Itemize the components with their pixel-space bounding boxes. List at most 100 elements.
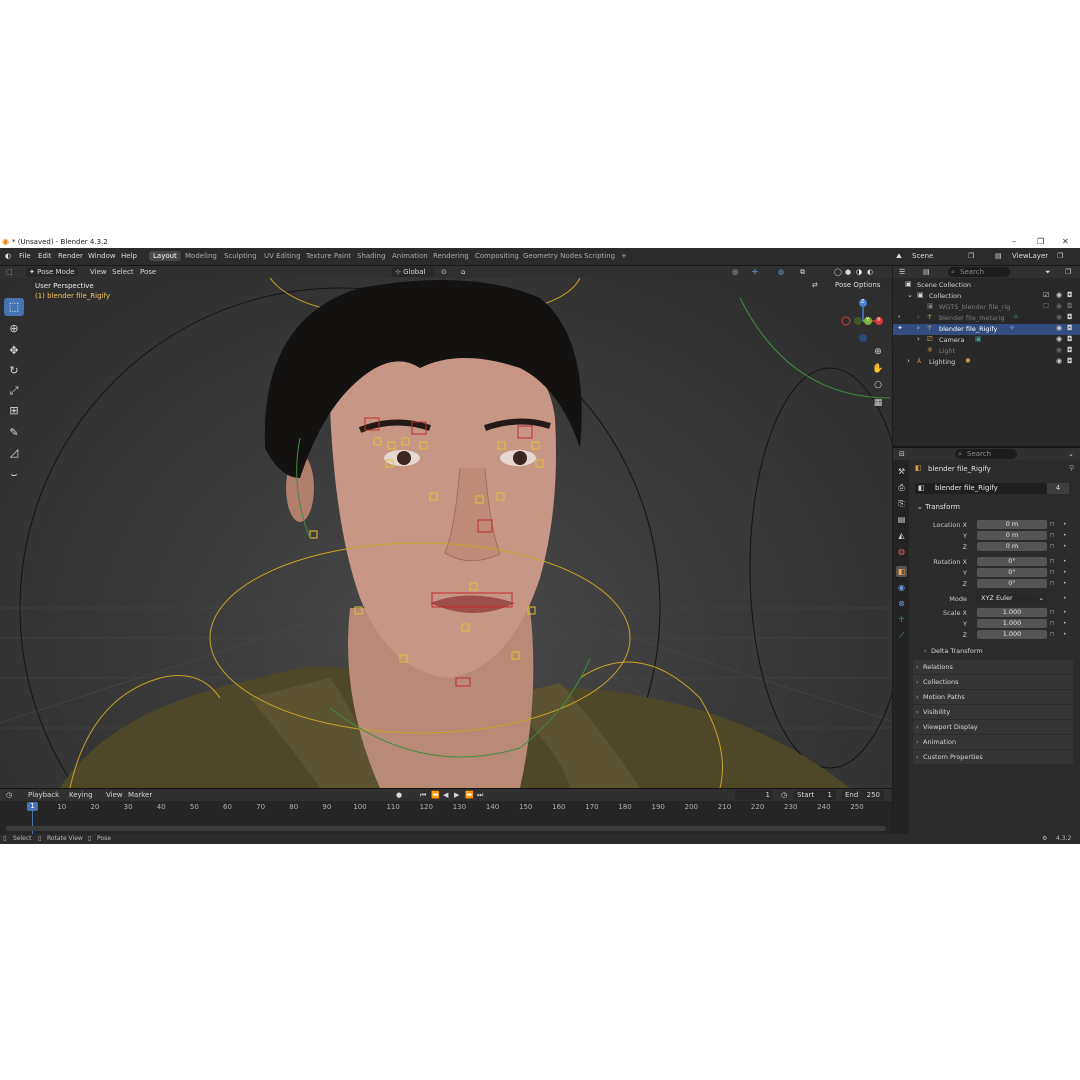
eye-icon[interactable]: ◉ (1056, 324, 1062, 332)
editor-type-icon[interactable]: ⬚ (6, 268, 13, 276)
view-layer-tab-icon[interactable]: ▤ (896, 514, 907, 525)
location-z-field[interactable]: 0 m (977, 542, 1047, 551)
expand-icon[interactable]: › (917, 313, 920, 321)
tab-texture-paint[interactable]: Texture Paint (306, 252, 351, 260)
armature-data-tab-icon[interactable]: ☥ (896, 614, 907, 625)
minimize-icon[interactable]: – (1012, 237, 1016, 246)
camera-view-icon[interactable]: ⎔ (870, 378, 886, 394)
shading-rendered-icon[interactable]: ◐ (867, 268, 873, 276)
keyframe-dot-icon[interactable]: • (1063, 620, 1067, 627)
cursor-tool-icon[interactable]: ⊕ (4, 320, 24, 338)
exclude-checkbox[interactable]: ☐ (1043, 302, 1049, 310)
outliner-row-camera[interactable]: › ⎚ Camera ▣ ◉ ◘ (893, 335, 1080, 346)
rotation-x-field[interactable]: 0° (977, 557, 1047, 566)
panel-motion-paths[interactable]: Motion Paths (913, 690, 1073, 704)
menu-render[interactable]: Render (58, 252, 83, 260)
jump-keyframe-forward-icon[interactable]: ⏩ (465, 791, 474, 799)
measure-tool-icon[interactable]: ◿ (4, 444, 24, 462)
shading-wireframe-icon[interactable]: ◯ (834, 268, 842, 276)
tab-rendering[interactable]: Rendering (433, 252, 469, 260)
exclude-checkbox[interactable]: ☑ (1043, 291, 1049, 299)
tab-sculpting[interactable]: Sculpting (224, 252, 257, 260)
timeline-editor-type-icon[interactable]: ◷ (6, 791, 12, 799)
constraints-tab-icon[interactable]: ⊗ (896, 598, 907, 609)
timeline-menu-view[interactable]: View (106, 791, 123, 799)
xray-icon[interactable]: ⧉ (800, 268, 805, 277)
timeline-menu-playback[interactable]: Playback (28, 791, 59, 799)
outliner-editor-type-icon[interactable]: ☰ (899, 268, 905, 276)
keyframe-dot-icon[interactable]: • (1063, 580, 1067, 587)
tab-uv-editing[interactable]: UV Editing (264, 252, 301, 260)
lock-icon[interactable]: ⊓ (1050, 569, 1055, 576)
outliner-row-wgts[interactable]: ▣ WGTS_blender file_rig ☐ ◉ ◘ (893, 302, 1080, 313)
render-camera-icon[interactable]: ◘ (1067, 313, 1073, 321)
pose-options-toggle-icon[interactable]: ⇄ (812, 281, 818, 289)
keyframe-dot-icon[interactable]: • (1063, 532, 1067, 539)
lock-icon[interactable]: ⊓ (1050, 609, 1055, 616)
bone-tab-icon[interactable]: ⟋ (896, 630, 907, 641)
timeline-scrollbar[interactable] (6, 826, 886, 831)
object-name-field[interactable]: ◧ blender file_Rigify 4 (915, 483, 1069, 494)
preview-range-icon[interactable]: ◷ (781, 791, 787, 799)
output-tab-icon[interactable]: ⎘ (896, 498, 907, 509)
new-view-layer-icon[interactable]: ❐ (1057, 252, 1063, 260)
close-icon[interactable]: ✕ (1062, 237, 1069, 246)
scale-y-field[interactable]: 1.000 (977, 619, 1047, 628)
blender-menu-icon[interactable]: ◐ (5, 252, 11, 260)
pan-hand-icon[interactable]: ✋ (870, 361, 886, 377)
pose-options-dropdown[interactable]: Pose Options (835, 281, 880, 289)
outliner-row-light[interactable]: ✺ Light ◉ ◘ (893, 346, 1080, 357)
keyframe-dot-icon[interactable]: • (1063, 609, 1067, 616)
lock-icon[interactable]: ⊓ (1050, 580, 1055, 587)
select-box-tool-icon[interactable]: ⬚ (4, 298, 24, 316)
render-camera-icon[interactable]: ◘ (1067, 302, 1073, 310)
menu-view[interactable]: View (90, 268, 107, 276)
lock-icon[interactable]: ⊓ (1050, 532, 1055, 539)
move-tool-icon[interactable]: ✥ (4, 342, 24, 360)
mode-dropdown[interactable]: ✦ Pose Mode (26, 267, 78, 277)
collapse-icon[interactable]: ⌄ (907, 291, 913, 299)
eye-icon[interactable]: ◉ (1056, 291, 1062, 299)
expand-icon[interactable]: › (917, 324, 920, 332)
view-layer-name[interactable]: ViewLayer (1012, 252, 1048, 260)
new-scene-icon[interactable]: ❐ (968, 252, 974, 260)
timeline[interactable]: 10 20 30 40 50 60 70 80 90 100 110 120 130 140 150 160 1… (0, 801, 892, 834)
filter-icon[interactable]: ⏷ (1045, 268, 1051, 277)
menu-help[interactable]: Help (121, 252, 137, 260)
menu-pose[interactable]: Pose (140, 268, 156, 276)
eye-icon[interactable]: ◉ (1056, 357, 1062, 365)
keyframe-dot-icon[interactable]: • (1063, 543, 1067, 550)
tab-animation[interactable]: Animation (392, 252, 428, 260)
eye-icon[interactable]: ◉ (1056, 302, 1062, 310)
transform-tool-icon[interactable]: ⊞ (4, 402, 24, 420)
expand-icon[interactable]: › (907, 357, 910, 365)
annotate-tool-icon[interactable]: ✎ (4, 424, 24, 442)
keyframe-dot-icon[interactable]: • (1063, 569, 1067, 576)
expand-icon[interactable]: › (917, 335, 920, 343)
menu-window[interactable]: Window (88, 252, 116, 260)
location-x-field[interactable]: 0 m (977, 520, 1047, 529)
menu-edit[interactable]: Edit (38, 252, 52, 260)
play-icon[interactable]: ▶ (454, 791, 459, 799)
end-frame-field[interactable]: End 250 (842, 790, 884, 800)
render-camera-icon[interactable]: ◘ (1067, 357, 1073, 365)
render-camera-icon[interactable]: ◘ (1067, 291, 1073, 299)
jump-start-icon[interactable]: ⏮ (420, 791, 426, 800)
keyframe-dot-icon[interactable]: • (1063, 521, 1067, 528)
timeline-menu-marker[interactable]: Marker (128, 791, 152, 799)
lock-icon[interactable]: ⊓ (1050, 521, 1055, 528)
add-workspace-icon[interactable]: + (621, 252, 627, 260)
outliner-search-input[interactable]: ⌕ Search (948, 267, 1010, 277)
navigation-gizmo[interactable]: Z X Y (838, 296, 888, 346)
eye-icon[interactable]: ◉ (1056, 346, 1062, 354)
eye-icon[interactable]: ◉ (1056, 335, 1062, 343)
view-layer-icon[interactable]: ▤ (995, 252, 1002, 260)
users-count[interactable]: 4 (1047, 483, 1069, 494)
display-mode-icon[interactable]: ▤ (923, 268, 930, 276)
rotate-tool-icon[interactable]: ↻ (4, 362, 24, 380)
rotation-y-field[interactable]: 0° (977, 568, 1047, 577)
pivot-icon[interactable]: ⊙ (441, 268, 447, 276)
render-camera-icon[interactable]: ◘ (1067, 346, 1073, 354)
panel-collections[interactable]: Collections (913, 675, 1073, 689)
playhead[interactable]: 1 (27, 802, 38, 811)
